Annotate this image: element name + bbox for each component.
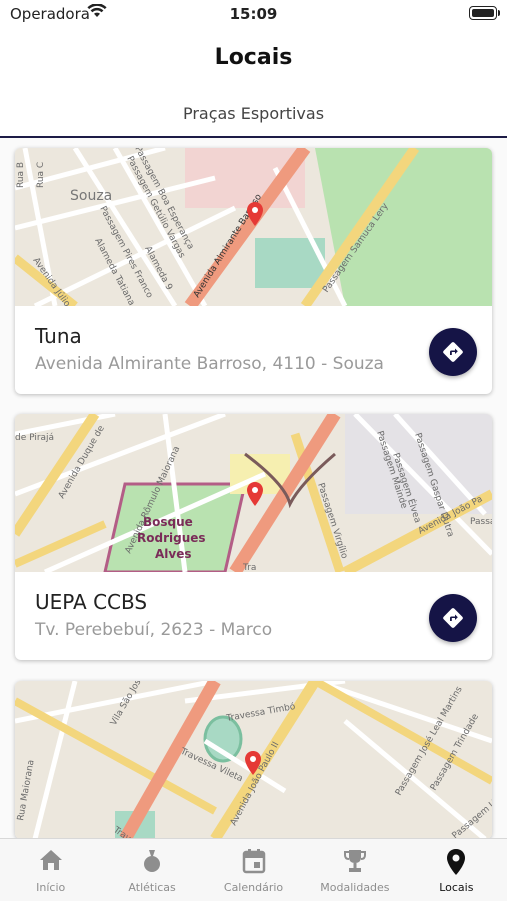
- tab-locais[interactable]: Locais: [406, 839, 507, 901]
- tab-inicio[interactable]: Início: [0, 839, 101, 901]
- map-label: Passa: [470, 517, 492, 527]
- battery-icon: [469, 6, 500, 20]
- directions-button[interactable]: [429, 594, 477, 642]
- map-label: Rua C: [36, 162, 46, 188]
- tab-label: Locais: [439, 881, 474, 894]
- tab-calendario[interactable]: Calendário: [203, 839, 304, 901]
- map-label: Tra: [242, 563, 256, 572]
- location-pin-icon: [447, 849, 466, 875]
- map-preview[interactable]: Souza Avenida Almirante Barroso Passagem…: [15, 148, 492, 306]
- map-preview[interactable]: Travessa Timbó Travessa Vileta Avenida J…: [15, 681, 492, 838]
- page-title: Locais: [214, 45, 293, 70]
- section-title: Praças Esportivas: [182, 104, 325, 123]
- tab-atleticas[interactable]: Atléticas: [101, 839, 202, 901]
- tab-bar: Início Atléticas Calendário Modalidades: [0, 838, 507, 901]
- tab-label: Modalidades: [320, 881, 390, 894]
- place-address: Tv. Perebebuí, 2623 - Marco: [35, 620, 273, 640]
- map-label: Rua B: [16, 162, 26, 188]
- map-preview[interactable]: Bosque Rodrigues Alves Avenida Duque de …: [15, 414, 492, 572]
- medal-icon: [144, 850, 161, 872]
- place-card[interactable]: Travessa Timbó Travessa Vileta Avenida J…: [15, 681, 492, 838]
- map-label: Souza: [70, 188, 112, 204]
- tab-label: Início: [36, 881, 66, 894]
- directions-icon: [443, 608, 463, 628]
- map-label: Rodrigues: [137, 531, 206, 545]
- tab-label: Atléticas: [128, 881, 176, 894]
- tab-modalidades[interactable]: Modalidades: [304, 839, 405, 901]
- directions-icon: [443, 342, 463, 362]
- place-card[interactable]: Bosque Rodrigues Alves Avenida Duque de …: [15, 414, 492, 660]
- tab-label: Calendário: [223, 881, 284, 894]
- map-label: Alves: [155, 547, 192, 561]
- trophy-icon: [343, 850, 366, 872]
- place-card[interactable]: Souza Avenida Almirante Barroso Passagem…: [15, 148, 492, 394]
- places-list[interactable]: Souza Avenida Almirante Barroso Passagem…: [0, 138, 507, 838]
- map-label: de Pirajá: [15, 433, 54, 443]
- calendar-icon: [242, 849, 265, 874]
- home-icon: [39, 850, 62, 870]
- status-bar: Operadora 15:09: [0, 0, 507, 28]
- directions-button[interactable]: [429, 328, 477, 376]
- clock: 15:09: [229, 5, 278, 23]
- place-address: Avenida Almirante Barroso, 4110 - Souza: [35, 354, 384, 374]
- place-name: UEPA CCBS: [35, 590, 148, 614]
- place-name: Tuna: [35, 324, 82, 348]
